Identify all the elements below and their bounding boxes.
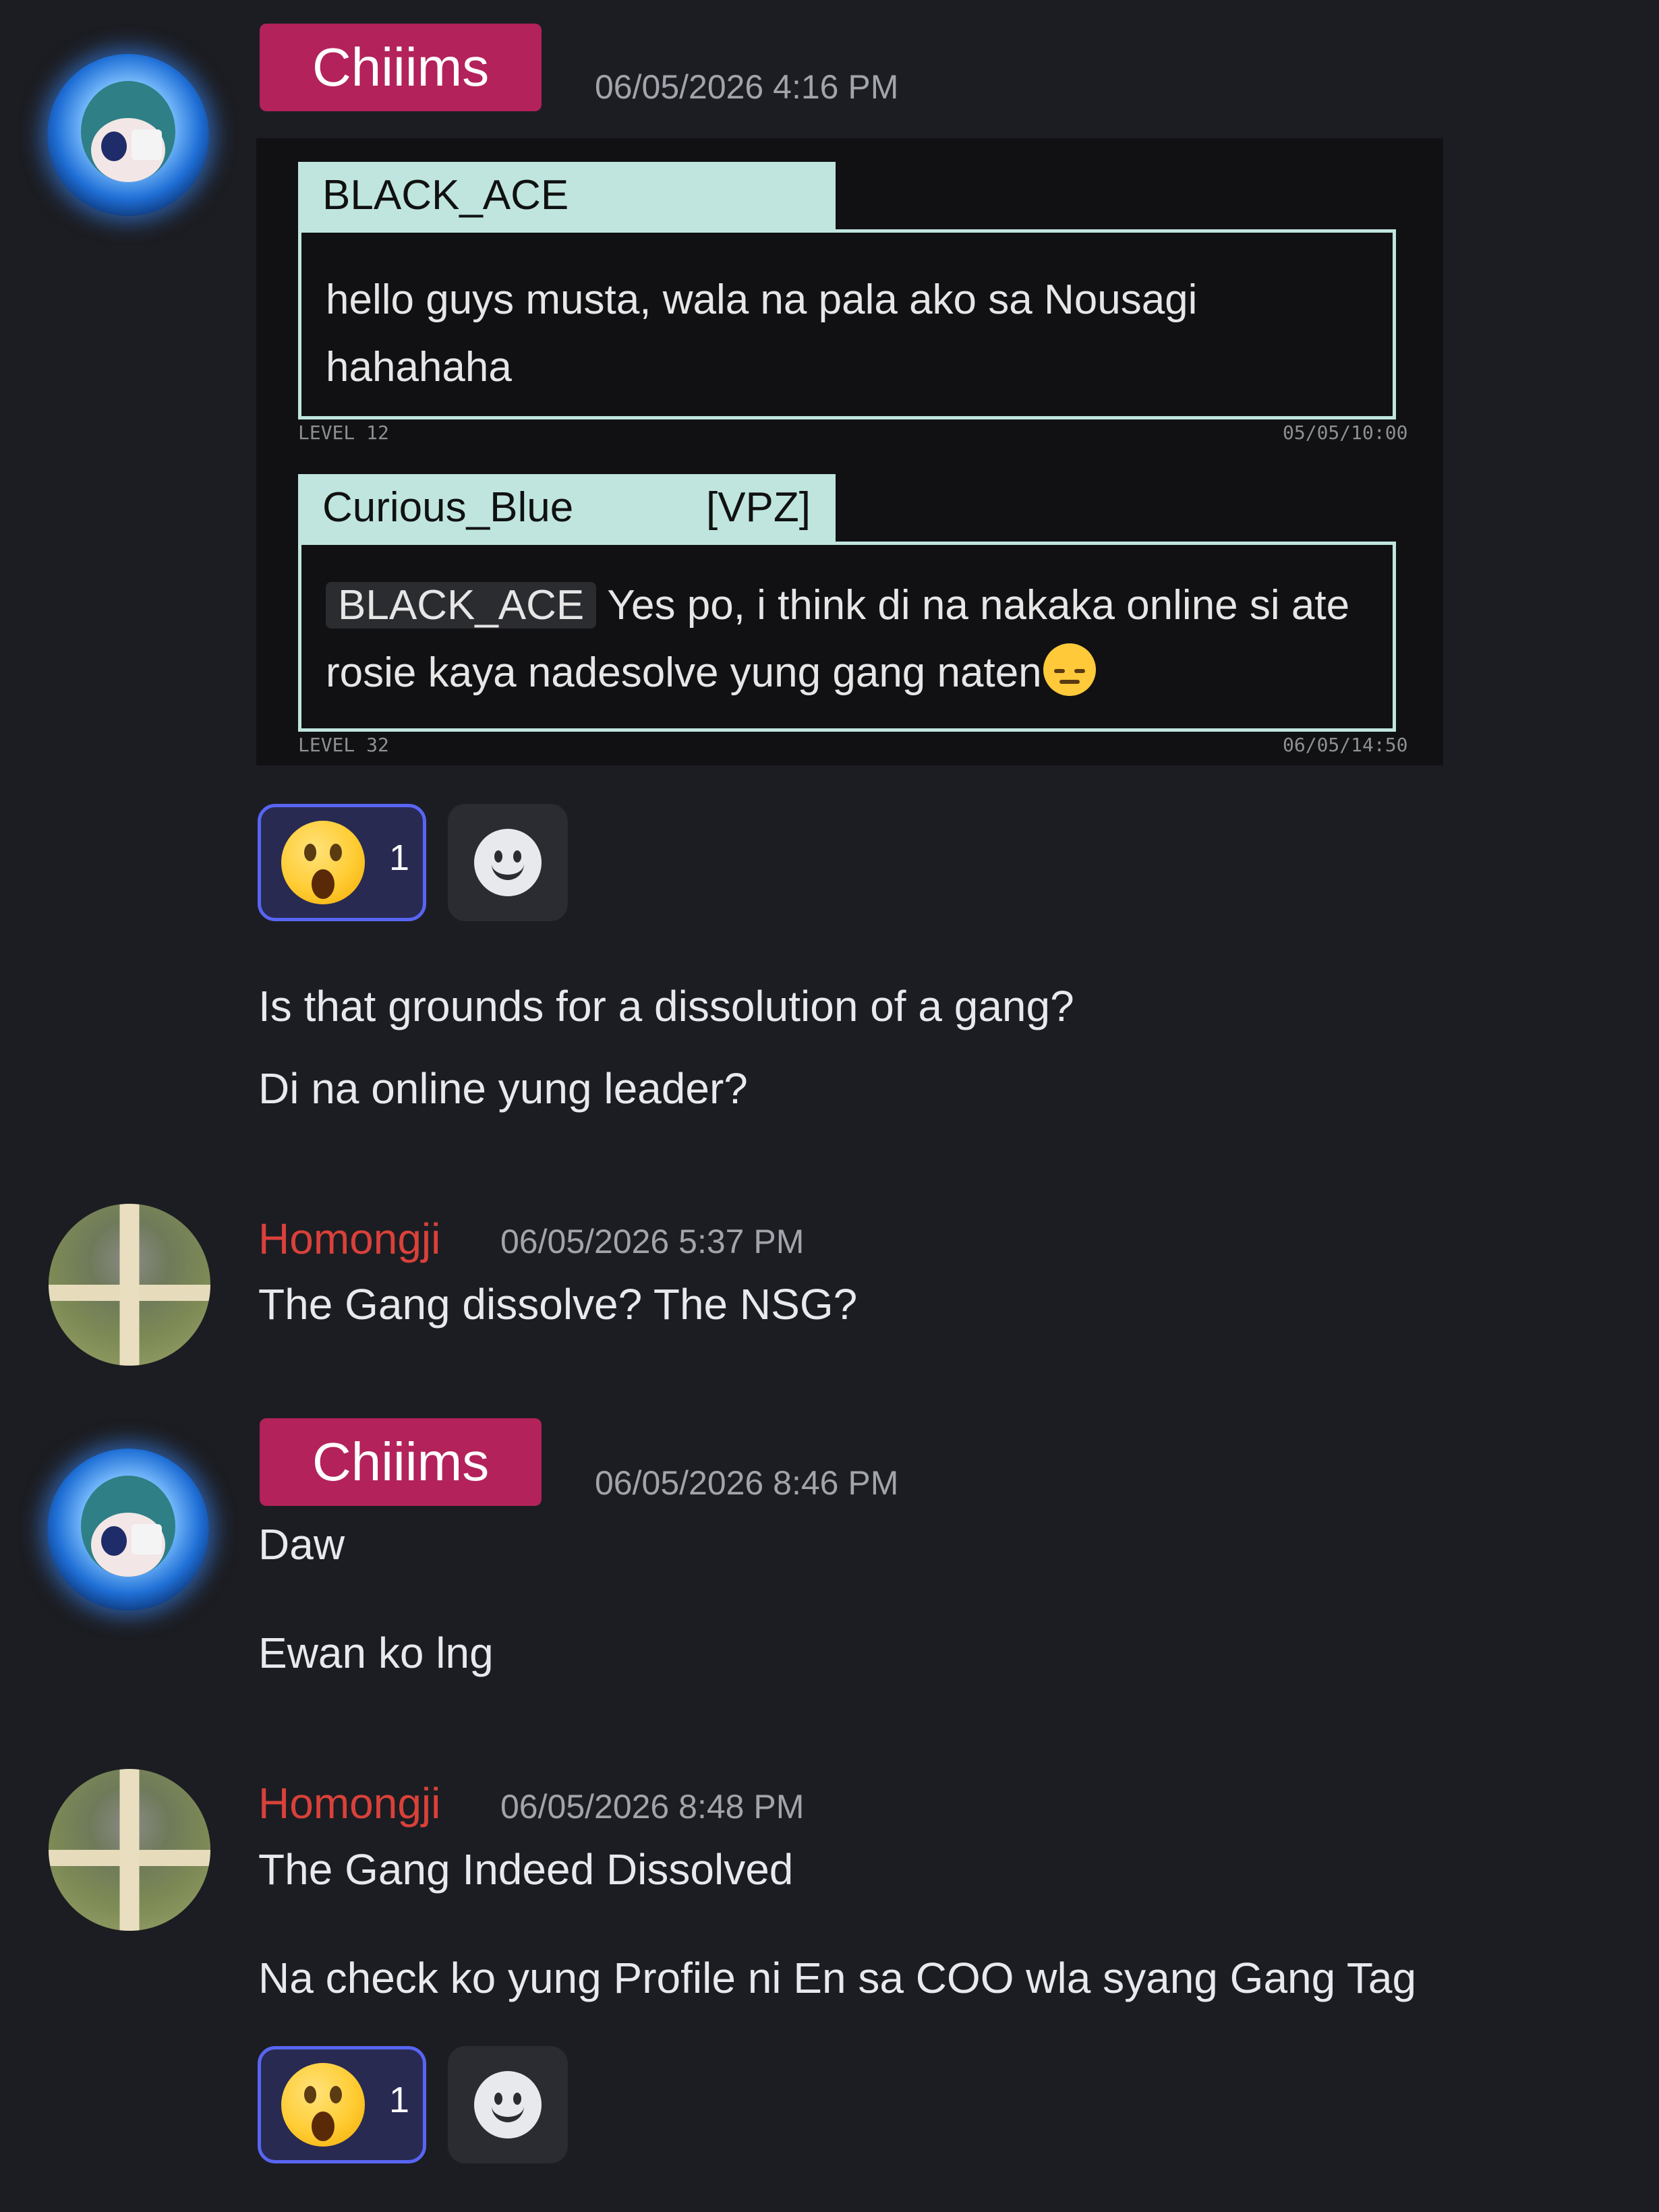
author-name-chiiims[interactable]: Chiiims: [260, 24, 542, 111]
disappointed-face-icon: [1043, 643, 1096, 696]
astonished-face-icon: [281, 2063, 365, 2147]
message-text: Di na online yung leader?: [258, 1064, 748, 1113]
card-body: hello guys musta, wala na pala ako sa No…: [298, 229, 1396, 419]
message-text: Is that grounds for a dissolution of a g…: [258, 982, 1074, 1030]
card-level: LEVEL 12: [298, 421, 389, 444]
card-level: LEVEL 32: [298, 734, 389, 756]
card-gang-tag: [VPZ]: [705, 484, 811, 531]
reaction-count: 1: [389, 2080, 410, 2120]
message-text: Na check ko yung Profile ni En sa COO wl…: [258, 1954, 1417, 2002]
card-mention: BLACK_ACE: [326, 582, 597, 629]
message-timestamp: 06/05/2026 8:46 PM: [595, 1464, 899, 1502]
card-text-line: hahahaha: [326, 344, 512, 390]
card-header-curious-blue: Curious_Blue [VPZ]: [298, 474, 836, 542]
message-text: Ewan ko lng: [258, 1629, 494, 1677]
message-timestamp: 06/05/2026 5:37 PM: [500, 1223, 805, 1260]
card-text-line: hello guys musta, wala na pala ako sa No…: [326, 276, 1198, 323]
card-body: BLACK_ACE Yes po, i think di na nakaka o…: [298, 542, 1396, 732]
add-reaction-smile-icon: [474, 829, 542, 896]
message-text: The Gang dissolve? The NSG?: [258, 1280, 858, 1329]
card-text-line: rosie kaya nadesolve yung gang naten: [326, 649, 1042, 696]
card-time: 05/05/10:00: [1283, 421, 1408, 444]
reaction-count: 1: [389, 838, 410, 878]
card-header-black-ace: BLACK_ACE: [298, 162, 836, 229]
author-name-chiiims[interactable]: Chiiims: [260, 1418, 542, 1506]
author-name-homongji[interactable]: Homongji: [258, 1214, 440, 1264]
reaction-astonished[interactable]: 1: [258, 2046, 426, 2163]
reaction-astonished[interactable]: 1: [258, 804, 426, 921]
message-timestamp: 06/05/2026 4:16 PM: [595, 68, 899, 106]
screenshot-embed[interactable]: BLACK_ACE hello guys musta, wala na pala…: [256, 138, 1443, 765]
message-timestamp: 06/05/2026 8:48 PM: [500, 1788, 805, 1826]
message-text: Daw: [258, 1520, 345, 1569]
add-reaction-button[interactable]: [448, 804, 568, 921]
add-reaction-button[interactable]: [448, 2046, 568, 2163]
avatar-chiiims[interactable]: [47, 1449, 209, 1610]
avatar-homongji[interactable]: [49, 1204, 210, 1366]
avatar-homongji[interactable]: [49, 1769, 210, 1931]
message-text: The Gang Indeed Dissolved: [258, 1845, 794, 1894]
card-time: 06/05/14:50: [1283, 734, 1408, 756]
avatar-chiiims[interactable]: [47, 54, 209, 216]
card-username: BLACK_ACE: [322, 172, 569, 219]
astonished-face-icon: [281, 821, 365, 904]
card-text-line: Yes po, i think di na nakaka online si a…: [607, 582, 1350, 629]
author-name-homongji[interactable]: Homongji: [258, 1778, 440, 1828]
card-username: Curious_Blue: [322, 484, 574, 531]
add-reaction-smile-icon: [474, 2071, 542, 2138]
